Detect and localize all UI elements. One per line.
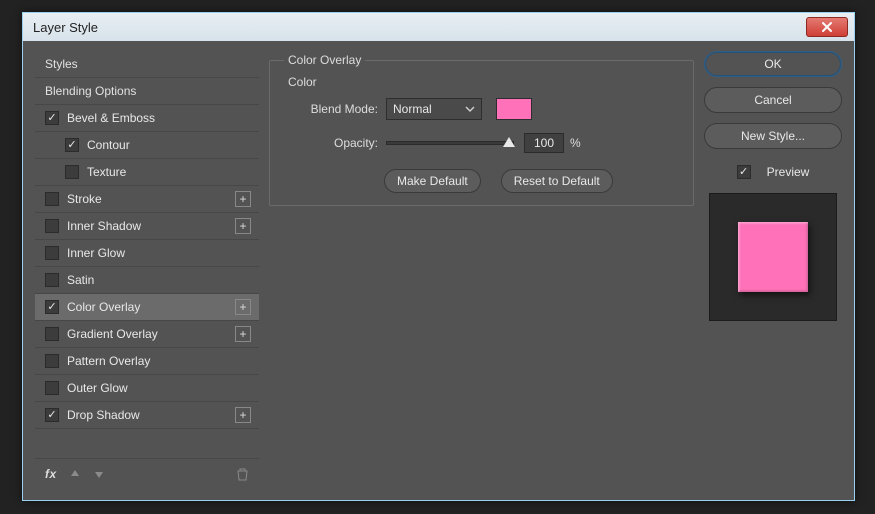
sidebar-item-label: Inner Shadow — [67, 219, 235, 233]
sidebar-item-label: Color Overlay — [67, 300, 235, 314]
settings-panel: Color Overlay Color Blend Mode: Normal O… — [269, 51, 694, 488]
style-checkbox[interactable] — [45, 246, 59, 260]
sidebar-item[interactable]: Inner Shadow+ — [35, 213, 259, 240]
chevron-down-icon — [465, 104, 475, 114]
right-column: OK Cancel New Style... Preview — [704, 51, 842, 488]
sidebar-item-label: Inner Glow — [67, 246, 251, 260]
styles-sidebar: Styles Blending Options Bevel & Emboss Co… — [35, 51, 259, 488]
close-icon — [821, 21, 833, 33]
sidebar-footer: fx — [35, 458, 259, 488]
sidebar-item-label: Texture — [87, 165, 251, 179]
sidebar-blending-label: Blending Options — [45, 84, 251, 98]
style-checkbox[interactable] — [45, 408, 59, 422]
make-default-button[interactable]: Make Default — [384, 169, 481, 193]
sidebar-item[interactable]: Outer Glow — [35, 375, 259, 402]
style-checkbox[interactable] — [45, 300, 59, 314]
color-swatch[interactable] — [496, 98, 532, 120]
cancel-button[interactable]: Cancel — [704, 87, 842, 113]
slider-thumb[interactable] — [503, 137, 515, 147]
blend-mode-value: Normal — [393, 102, 432, 116]
opacity-label: Opacity: — [300, 136, 378, 150]
ok-button[interactable]: OK — [704, 51, 842, 77]
sidebar-header-label: Styles — [45, 57, 251, 71]
style-checkbox[interactable] — [45, 273, 59, 287]
opacity-unit: % — [570, 136, 581, 150]
sidebar-item-label: Satin — [67, 273, 251, 287]
opacity-slider[interactable] — [386, 132, 514, 154]
section-label: Color — [288, 75, 679, 89]
sidebar-item[interactable]: Gradient Overlay+ — [35, 321, 259, 348]
add-effect-button[interactable]: + — [235, 326, 251, 342]
sidebar-item-label: Gradient Overlay — [67, 327, 235, 341]
sidebar-item[interactable]: Drop Shadow+ — [35, 402, 259, 429]
add-effect-button[interactable]: + — [235, 299, 251, 315]
blend-mode-select[interactable]: Normal — [386, 98, 482, 120]
style-checkbox[interactable] — [65, 165, 79, 179]
style-checkbox[interactable] — [45, 192, 59, 206]
titlebar: Layer Style — [23, 13, 854, 41]
close-button[interactable] — [806, 17, 848, 37]
sidebar-item[interactable]: Stroke+ — [35, 186, 259, 213]
window-title: Layer Style — [29, 20, 98, 35]
sidebar-item-label: Stroke — [67, 192, 235, 206]
add-effect-button[interactable]: + — [235, 218, 251, 234]
add-effect-button[interactable]: + — [235, 407, 251, 423]
opacity-input[interactable] — [524, 133, 564, 153]
sidebar-item-label: Outer Glow — [67, 381, 251, 395]
preview-sample — [738, 222, 808, 292]
add-effect-button[interactable]: + — [235, 191, 251, 207]
preview-box — [709, 193, 837, 321]
trash-icon[interactable] — [236, 467, 249, 481]
style-checkbox[interactable] — [65, 138, 79, 152]
sidebar-item[interactable]: Inner Glow — [35, 240, 259, 267]
sidebar-item-label: Bevel & Emboss — [67, 111, 251, 125]
fx-icon[interactable]: fx — [45, 467, 57, 481]
sidebar-item[interactable]: Color Overlay+ — [35, 294, 259, 321]
preview-checkbox[interactable] — [737, 165, 751, 179]
reset-default-button[interactable]: Reset to Default — [501, 169, 613, 193]
sidebar-header-styles[interactable]: Styles — [35, 51, 259, 78]
group-title: Color Overlay — [284, 53, 365, 67]
style-checkbox[interactable] — [45, 354, 59, 368]
slider-track — [386, 141, 514, 145]
arrow-up-icon[interactable] — [69, 468, 81, 480]
style-checkbox[interactable] — [45, 111, 59, 125]
preview-label: Preview — [767, 165, 810, 179]
sidebar-item[interactable]: Bevel & Emboss — [35, 105, 259, 132]
style-checkbox[interactable] — [45, 327, 59, 341]
style-checkbox[interactable] — [45, 219, 59, 233]
blend-mode-label: Blend Mode: — [300, 102, 378, 116]
sidebar-item[interactable]: Texture — [35, 159, 259, 186]
sidebar-blending-options[interactable]: Blending Options — [35, 78, 259, 105]
sidebar-item-label: Drop Shadow — [67, 408, 235, 422]
color-overlay-group: Color Overlay Color Blend Mode: Normal O… — [269, 53, 694, 206]
sidebar-item[interactable]: Satin — [35, 267, 259, 294]
sidebar-item-label: Pattern Overlay — [67, 354, 251, 368]
sidebar-item[interactable]: Contour — [35, 132, 259, 159]
layer-style-dialog: Layer Style Styles Blending Options Beve… — [22, 12, 855, 501]
arrow-down-icon[interactable] — [93, 468, 105, 480]
sidebar-item[interactable]: Pattern Overlay — [35, 348, 259, 375]
sidebar-item-label: Contour — [87, 138, 251, 152]
new-style-button[interactable]: New Style... — [704, 123, 842, 149]
style-checkbox[interactable] — [45, 381, 59, 395]
